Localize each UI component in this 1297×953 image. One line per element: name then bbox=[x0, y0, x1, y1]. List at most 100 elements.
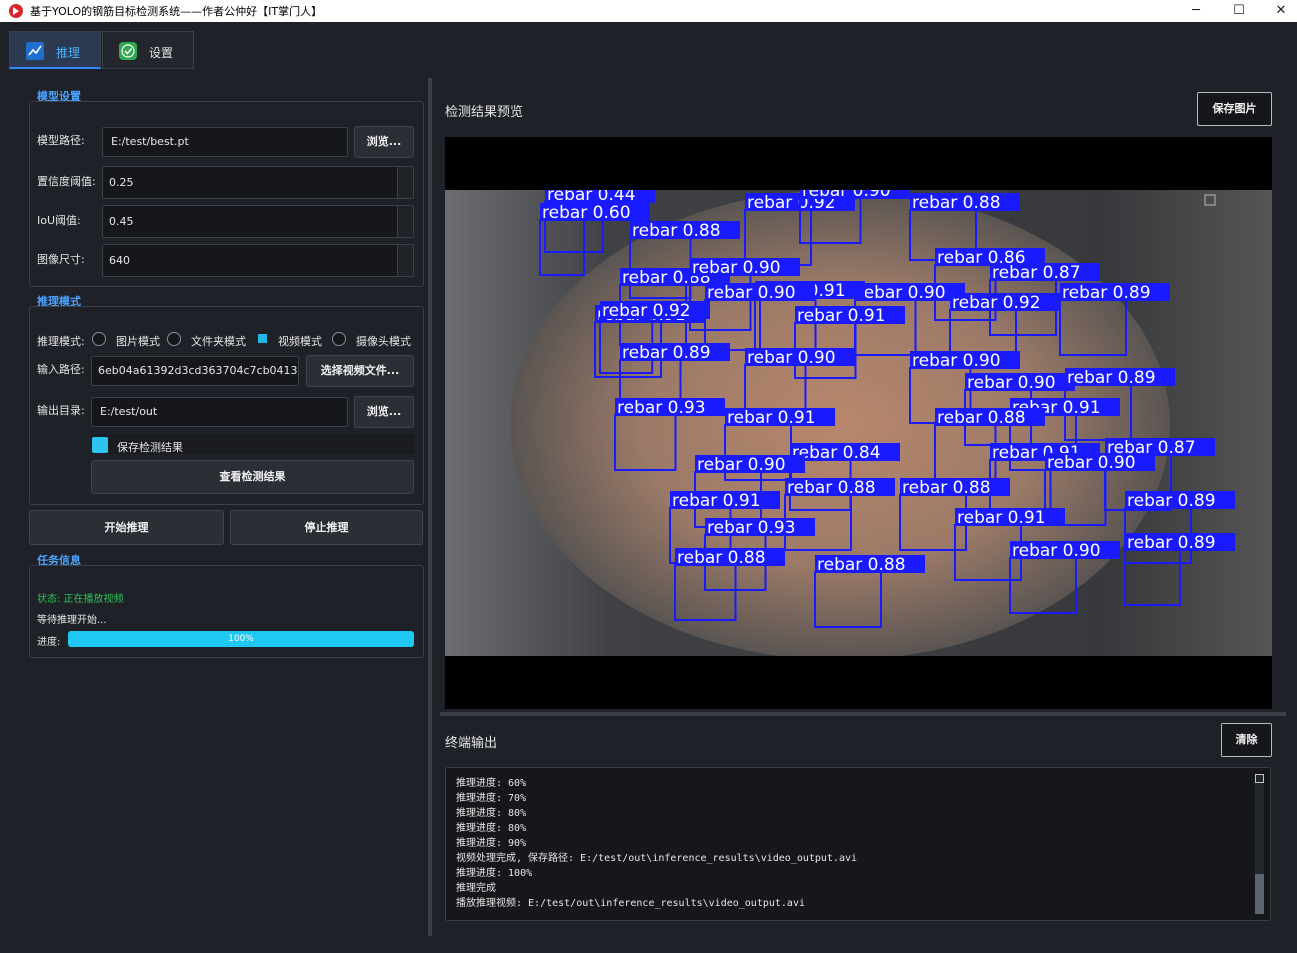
progress-label: 进度: bbox=[37, 637, 61, 648]
stop-inference-button[interactable]: 停止推理 bbox=[230, 510, 423, 545]
terminal-line: 推理进度: 70% bbox=[456, 793, 527, 804]
detection-label: rebar 0.87 bbox=[992, 263, 1081, 283]
output-dir-input[interactable]: E:/test/out bbox=[91, 397, 348, 427]
detection-label: rebar 0.90 bbox=[967, 373, 1056, 393]
model-path-input[interactable]: E:/test/best.pt bbox=[102, 127, 348, 157]
video-mode-label: 视频模式 bbox=[278, 335, 322, 348]
model-path-label: 模型路径: bbox=[37, 134, 85, 147]
input-path-input[interactable]: 6eb04a61392d3cd363704c7cb0413.mp4 bbox=[91, 356, 299, 386]
detection-label: rebar 0.88 bbox=[912, 193, 1001, 213]
confidence-value: 0.25 bbox=[109, 176, 134, 189]
rebar-bundle bbox=[510, 190, 1170, 656]
scroll-up-icon[interactable] bbox=[1255, 774, 1264, 783]
detection-label: rebar 0.88 bbox=[937, 408, 1026, 428]
detection-label: rebar 0.90 bbox=[857, 283, 946, 303]
confidence-stepper[interactable] bbox=[397, 167, 413, 198]
terminal-line: 推理进度: 80% bbox=[456, 823, 527, 834]
confidence-spinbox[interactable]: 0.25 bbox=[102, 166, 414, 199]
confidence-label: 置信度阈值: bbox=[37, 175, 96, 188]
close-button[interactable]: ✕ bbox=[1259, 0, 1297, 22]
terminal-line: 推理进度: 80% bbox=[456, 808, 527, 819]
detection-label: rebar 0.89 bbox=[1127, 533, 1216, 553]
terminal-line: 推理完成 bbox=[456, 883, 496, 894]
waiting-text: 等待推理开始... bbox=[37, 615, 107, 626]
detection-label: rebar 0.60 bbox=[542, 203, 631, 223]
terminal-scrollbar[interactable] bbox=[1255, 774, 1264, 914]
detection-label: rebar 0.90 bbox=[1047, 453, 1136, 473]
preview-frame: rebar 0.44 rebar 0.60 rebar 0.88 rebar 0.92… bbox=[445, 137, 1272, 709]
chart-line-icon bbox=[26, 42, 44, 60]
vertical-splitter[interactable] bbox=[428, 78, 432, 936]
terminal-title: 终端输出 bbox=[445, 736, 498, 751]
image-size-stepper[interactable] bbox=[397, 245, 413, 276]
detection-label: rebar 0.88 bbox=[787, 478, 876, 498]
select-video-button[interactable]: 选择视频文件... bbox=[306, 355, 414, 387]
radio-folder-mode[interactable] bbox=[167, 332, 181, 346]
detection-label: rebar 0.90 bbox=[697, 455, 786, 475]
detection-label: rebar 0.91 bbox=[727, 408, 816, 428]
radio-camera-mode[interactable] bbox=[332, 332, 346, 346]
detection-label: rebar 0.84 bbox=[792, 443, 881, 463]
progress-text: 100% bbox=[228, 634, 254, 644]
iou-spinbox[interactable]: 0.45 bbox=[102, 205, 414, 238]
minimize-button[interactable]: ─ bbox=[1174, 0, 1218, 22]
tab-label: 推理 bbox=[56, 46, 81, 60]
terminal-lines: 推理进度: 60% 推理进度: 70% 推理进度: 80% 推理进度: 80% 推理进度… bbox=[456, 776, 857, 911]
terminal-line: 播放推理视频: E:/test/out\inference_results\vi… bbox=[456, 898, 805, 909]
progress-bar: 100% bbox=[68, 631, 414, 647]
detection-label: rebar 0.90 bbox=[912, 351, 1001, 371]
model-browse-button[interactable]: 浏览... bbox=[354, 126, 414, 158]
tab-settings[interactable]: 设置 bbox=[102, 31, 194, 69]
radio-video-mode[interactable] bbox=[258, 334, 267, 343]
check-shield-icon bbox=[119, 42, 137, 60]
radio-image-mode[interactable] bbox=[92, 332, 106, 346]
image-size-label: 图像尺寸: bbox=[37, 253, 85, 266]
iou-stepper[interactable] bbox=[397, 206, 413, 237]
tab-label: 设置 bbox=[149, 46, 174, 60]
status-text: 状态: 正在播放视频 bbox=[37, 594, 124, 605]
terminal-line: 推理进度: 90% bbox=[456, 838, 527, 849]
terminal-line: 推理进度: 100% bbox=[456, 868, 533, 879]
maximize-button[interactable]: ☐ bbox=[1217, 0, 1261, 22]
output-browse-button[interactable]: 浏览... bbox=[354, 396, 414, 428]
clear-button[interactable]: 清除 bbox=[1221, 723, 1272, 757]
detection-label: rebar 0.88 bbox=[632, 221, 721, 241]
scroll-thumb[interactable] bbox=[1255, 874, 1264, 914]
mode-label: 推理模式: bbox=[37, 335, 85, 348]
save-results-checkbox[interactable] bbox=[92, 437, 108, 453]
terminal-line: 推理进度: 60% bbox=[456, 778, 527, 789]
iou-label: IoU阈值: bbox=[37, 214, 81, 227]
detection-label: rebar 0.89 bbox=[1062, 283, 1151, 303]
image-size-value: 640 bbox=[109, 254, 130, 267]
detection-label: rebar 0.89 bbox=[622, 343, 711, 363]
view-results-button[interactable]: 查看检测结果 bbox=[91, 460, 414, 494]
save-results-label: 保存检测结果 bbox=[117, 441, 183, 454]
detection-label: rebar 0.93 bbox=[617, 398, 706, 418]
detection-label: rebar 0.90 bbox=[747, 348, 836, 368]
detection-label: rebar 0.88 bbox=[817, 555, 906, 575]
detection-label: rebar 0.88 bbox=[902, 478, 991, 498]
output-dir-label: 输出目录: bbox=[37, 404, 85, 417]
detection-label: rebar 0.90 bbox=[802, 190, 891, 201]
horizontal-splitter[interactable] bbox=[440, 712, 1286, 716]
tab-inference[interactable]: 推理 bbox=[9, 31, 101, 69]
image-size-spinbox[interactable]: 640 bbox=[102, 244, 414, 277]
input-path-label: 输入路径: bbox=[37, 363, 85, 376]
title-bar: 基于YOLO的钢筋目标检测系统——作者公仲好【IT掌门人】 ─ ☐ ✕ bbox=[0, 0, 1297, 22]
detection-label: rebar 0.90 bbox=[692, 258, 781, 278]
image-mode-label: 图片模式 bbox=[116, 335, 160, 348]
start-inference-button[interactable]: 开始推理 bbox=[29, 510, 224, 545]
detection-overlay: rebar 0.44rebar 0.60rebar 0.88rebar 0.92… bbox=[445, 190, 1272, 656]
iou-value: 0.45 bbox=[109, 215, 134, 228]
detection-label: rebar 0.93 bbox=[707, 518, 796, 538]
folder-mode-label: 文件夹模式 bbox=[191, 335, 246, 348]
detection-label: rebar 0.91 bbox=[672, 491, 761, 511]
detection-video: rebar 0.44 rebar 0.60 rebar 0.88 rebar 0.92… bbox=[445, 190, 1272, 656]
detection-label: rebar 0.92 bbox=[602, 301, 691, 321]
save-image-button[interactable]: 保存图片 bbox=[1197, 92, 1272, 126]
detection-label: rebar 0.90 bbox=[707, 283, 796, 303]
detection-label: rebar 0.90 bbox=[1012, 541, 1101, 561]
terminal-output[interactable]: 推理进度: 60% 推理进度: 70% 推理进度: 80% 推理进度: 80% 推理进度… bbox=[445, 767, 1271, 921]
camera-mode-label: 摄像头模式 bbox=[356, 335, 411, 348]
preview-title: 检测结果预览 bbox=[445, 105, 524, 120]
